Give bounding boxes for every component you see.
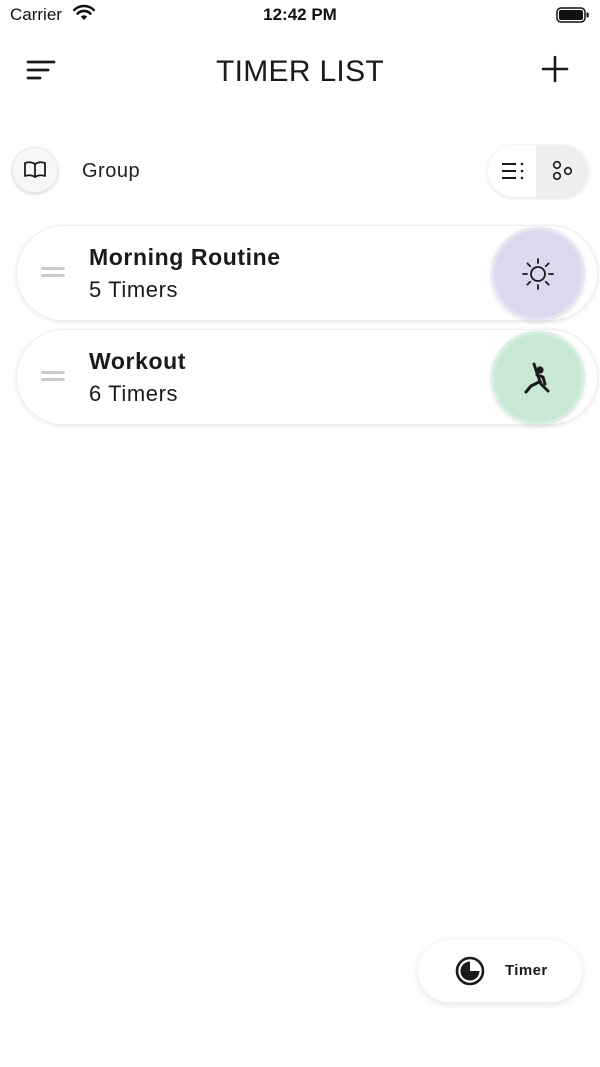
drag-handle-icon[interactable] (41, 371, 65, 381)
group-title: Morning Routine (89, 244, 281, 270)
group-badge[interactable] (491, 331, 585, 425)
grid-view-icon (552, 160, 573, 181)
stretch-icon (524, 362, 550, 394)
group-card-morning-routine[interactable]: Morning Routine 5 Timers (16, 225, 598, 321)
book-icon (24, 161, 46, 178)
list-view-button[interactable] (488, 145, 538, 197)
timer-icon (455, 956, 485, 986)
group-timer-count: 5 Timers (89, 277, 179, 302)
group-title: Workout (89, 348, 187, 374)
add-button[interactable] (540, 54, 570, 84)
group-bar: Group (0, 145, 600, 199)
group-badge[interactable] (491, 227, 585, 321)
group-label: Group (82, 160, 141, 182)
plus-icon (541, 55, 569, 83)
status-bar: Carrier 12:42 PM (0, 0, 600, 32)
group-button[interactable] (12, 147, 58, 193)
sun-icon (522, 258, 554, 290)
view-mode-toggle (488, 145, 588, 197)
drag-handle-icon[interactable] (41, 267, 65, 277)
nav-bar: TIMER LIST (0, 40, 600, 104)
timer-fab-button[interactable]: Timer (418, 940, 582, 1002)
group-card-workout[interactable]: Workout 6 Timers (16, 329, 598, 425)
status-time: 12:42 PM (263, 5, 337, 24)
group-timer-count: 6 Timers (89, 381, 179, 406)
page-title: TIMER LIST (215, 55, 384, 88)
timer-fab-label: Timer (505, 962, 548, 979)
list-view-icon (502, 162, 524, 180)
grid-view-button[interactable] (536, 145, 588, 197)
battery-icon (556, 6, 590, 29)
